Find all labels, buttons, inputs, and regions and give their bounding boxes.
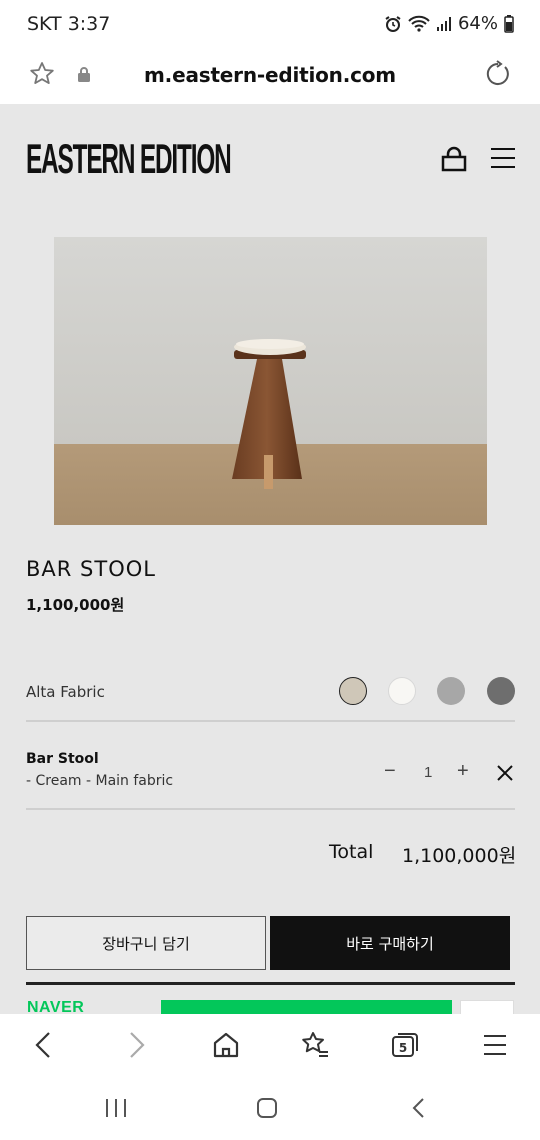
status-bar: SKT 3:37 64% xyxy=(0,0,540,48)
system-navigation-bar xyxy=(0,1078,540,1140)
close-icon[interactable] xyxy=(496,764,514,782)
tabs-icon[interactable]: 5 xyxy=(390,1030,420,1060)
swatch-white[interactable] xyxy=(388,677,416,705)
buy-now-button[interactable]: 바로 구매하기 xyxy=(270,916,510,970)
product-image xyxy=(54,237,487,525)
svg-text:5: 5 xyxy=(399,1041,407,1055)
recent-apps-icon[interactable] xyxy=(104,1097,128,1119)
hamburger-menu-icon[interactable] xyxy=(490,146,516,170)
signal-icon xyxy=(436,16,451,31)
quantity-value: 1 xyxy=(424,764,433,781)
forward-icon[interactable] xyxy=(124,1030,148,1060)
quantity-increase-button[interactable]: + xyxy=(457,760,469,783)
product-title: BAR STOOL xyxy=(26,557,156,581)
system-back-icon[interactable] xyxy=(410,1097,428,1119)
add-to-cart-button[interactable]: 장바구니 담기 xyxy=(26,916,266,970)
divider xyxy=(26,720,515,722)
battery-percent: 64% xyxy=(457,13,498,34)
brand-logo[interactable]: EASTERN EDITION xyxy=(26,138,232,180)
swatch-cream[interactable] xyxy=(339,677,367,705)
naver-logo: NAVER xyxy=(27,999,85,1014)
url-text[interactable]: m.eastern-edition.com xyxy=(0,63,540,87)
divider xyxy=(26,808,515,810)
naver-pay-button[interactable] xyxy=(161,1000,452,1014)
total-label: Total xyxy=(329,841,374,863)
option-label: Alta Fabric xyxy=(26,683,105,701)
cart-item-variant: - Cream - Main fabric xyxy=(26,773,174,789)
status-time: SKT 3:37 xyxy=(27,13,111,35)
back-icon[interactable] xyxy=(32,1030,56,1060)
home-button-icon[interactable] xyxy=(256,1097,278,1119)
web-page: EASTERN EDITION BAR STOOL 1,100,000원 Alt… xyxy=(0,104,540,1014)
naver-wish-button[interactable] xyxy=(460,1000,514,1014)
wifi-icon xyxy=(408,15,430,32)
battery-icon xyxy=(504,14,514,33)
total-value: 1,100,000원 xyxy=(402,845,517,867)
browser-toolbar: 5 xyxy=(0,1014,540,1078)
menu-icon[interactable] xyxy=(482,1030,508,1060)
bookmarks-icon[interactable] xyxy=(300,1030,330,1060)
quantity-decrease-button[interactable]: − xyxy=(384,760,396,783)
alarm-icon xyxy=(385,15,401,32)
naver-pay-divider xyxy=(26,982,515,985)
shopping-bag-icon[interactable] xyxy=(441,146,467,172)
browser-url-bar: m.eastern-edition.com xyxy=(0,48,540,104)
swatch-dark-gray[interactable] xyxy=(487,677,515,705)
product-price: 1,100,000원 xyxy=(26,596,125,614)
home-icon[interactable] xyxy=(212,1030,240,1060)
reload-icon[interactable] xyxy=(484,60,512,88)
swatch-light-gray[interactable] xyxy=(437,677,465,705)
status-icons: 64% xyxy=(384,13,514,34)
cart-item-name: Bar Stool xyxy=(26,751,99,767)
